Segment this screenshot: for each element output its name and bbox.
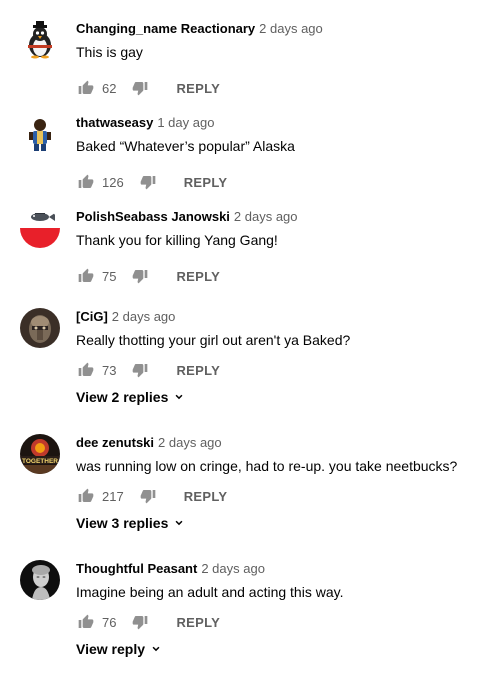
author-name[interactable]: dee zenutski (76, 435, 154, 450)
thumbs-down-icon[interactable] (138, 172, 158, 192)
comment-header: [CiG] 2 days ago (76, 308, 473, 326)
comment-body: thatwaseasy 1 day ago Baked “Whatever’s p… (76, 114, 473, 156)
thumbs-up-icon[interactable] (76, 172, 96, 192)
comment-body: dee zenutski 2 days ago was running low o… (76, 434, 473, 476)
comment-actions: 73 REPLY (76, 360, 220, 380)
author-name[interactable]: thatwaseasy (76, 115, 153, 130)
thumbs-down-icon[interactable] (138, 486, 158, 506)
author-name[interactable]: Changing_name Reactionary (76, 21, 255, 36)
helmet-avatar[interactable] (20, 308, 60, 348)
view-replies-label: View reply (76, 641, 146, 657)
like-count: 62 (102, 80, 117, 96)
view-replies-button[interactable]: View 3 replies (76, 513, 186, 533)
thumbs-down-icon[interactable] (130, 612, 150, 632)
reply-button[interactable]: REPLY (176, 269, 220, 284)
fish-flag-avatar[interactable] (20, 208, 60, 248)
together-avatar[interactable]: TOGETHER (20, 434, 60, 474)
comment-header: Thoughtful Peasant 2 days ago (76, 560, 473, 578)
comment-header: thatwaseasy 1 day ago (76, 114, 473, 132)
view-replies-button[interactable]: View 2 replies (76, 387, 186, 407)
thumbs-down-icon[interactable] (130, 266, 150, 286)
thumbs-down-icon[interactable] (130, 78, 150, 98)
comment-text: This is gay (76, 44, 143, 60)
penguin-avatar[interactable] (20, 20, 60, 60)
comment-body: PolishSeabass Janowski 2 days ago Thank y… (76, 208, 473, 250)
view-replies-label: View 2 replies (76, 389, 169, 405)
chevron-down-icon (152, 646, 160, 652)
comment-header: dee zenutski 2 days ago (76, 434, 473, 452)
comment-time[interactable]: 2 days ago (259, 21, 323, 36)
comment-body: Changing_name Reactionary 2 days ago This… (76, 20, 473, 62)
thumbs-up-icon[interactable] (76, 360, 96, 380)
comment-actions: 217 REPLY (76, 486, 227, 506)
like-count: 217 (102, 488, 124, 504)
like-count: 126 (102, 174, 124, 190)
reply-button[interactable]: REPLY (176, 615, 220, 630)
comment-actions: 75 REPLY (76, 266, 220, 286)
thumbs-down-icon[interactable] (130, 360, 150, 380)
comment-body: [CiG] 2 days ago Really thotting your gir… (76, 308, 473, 350)
comment-time[interactable]: 1 day ago (157, 115, 214, 130)
thumbs-up-icon[interactable] (76, 266, 96, 286)
author-name[interactable]: [CiG] (76, 309, 108, 324)
reply-button[interactable]: REPLY (184, 489, 228, 504)
comment-text: Thank you for killing Yang Gang! (76, 232, 278, 248)
view-replies-button[interactable]: View reply (76, 639, 163, 659)
like-count: 76 (102, 614, 117, 630)
author-name[interactable]: PolishSeabass Janowski (76, 209, 230, 224)
comment-text: Baked “Whatever’s popular” Alaska (76, 138, 295, 154)
thumbs-up-icon[interactable] (76, 612, 96, 632)
reply-button[interactable]: REPLY (176, 81, 220, 96)
comment-text: Imagine being an adult and acting this w… (76, 584, 344, 600)
comment-text: Really thotting your girl out aren't ya … (76, 332, 351, 348)
author-name[interactable]: Thoughtful Peasant (76, 561, 197, 576)
thumbs-up-icon[interactable] (76, 78, 96, 98)
reply-button[interactable]: REPLY (184, 175, 228, 190)
comment-actions: 126 REPLY (76, 172, 227, 192)
like-count: 73 (102, 362, 117, 378)
chevron-down-icon (175, 520, 183, 526)
comment-actions: 62 REPLY (76, 78, 220, 98)
comment-text: was running low on cringe, had to re-up.… (76, 458, 458, 474)
statue-avatar[interactable] (20, 560, 60, 600)
character-avatar[interactable] (20, 114, 60, 154)
comment-body: Thoughtful Peasant 2 days ago Imagine bei… (76, 560, 473, 602)
avatar-text: TOGETHER (22, 458, 58, 465)
comment-time[interactable]: 2 days ago (112, 309, 176, 324)
reply-button[interactable]: REPLY (176, 363, 220, 378)
comment-time[interactable]: 2 days ago (158, 435, 222, 450)
view-replies-label: View 3 replies (76, 515, 169, 531)
comment-header: PolishSeabass Janowski 2 days ago (76, 208, 473, 226)
thumbs-up-icon[interactable] (76, 486, 96, 506)
chevron-down-icon (175, 394, 183, 400)
comment-time[interactable]: 2 days ago (234, 209, 298, 224)
comment-header: Changing_name Reactionary 2 days ago (76, 20, 473, 38)
comment-actions: 76 REPLY (76, 612, 220, 632)
like-count: 75 (102, 268, 117, 284)
comment-time[interactable]: 2 days ago (201, 561, 265, 576)
